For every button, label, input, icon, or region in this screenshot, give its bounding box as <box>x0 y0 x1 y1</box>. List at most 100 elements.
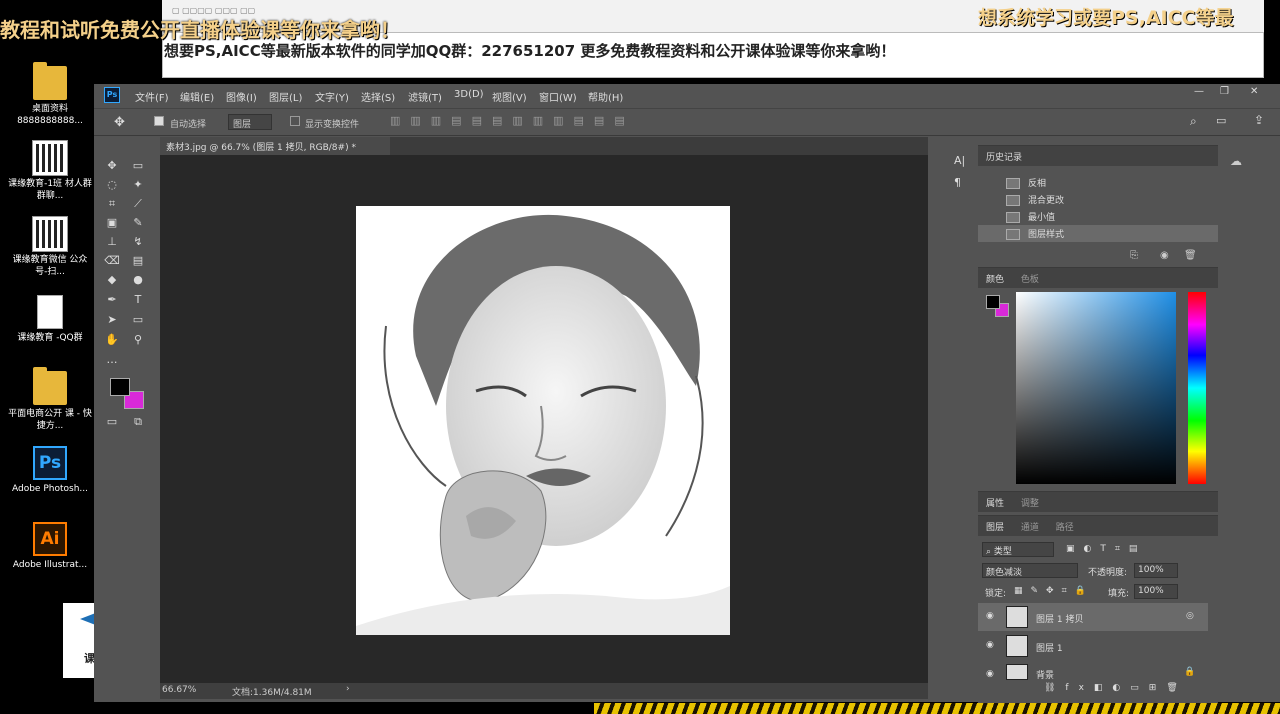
hue-slider[interactable] <box>1188 292 1206 484</box>
history-tab[interactable]: 历史记录 <box>986 153 1022 163</box>
desktop-icon-wechat-qr[interactable]: 课缘教育微信 公众号-扫... <box>8 216 92 278</box>
lock-icons[interactable]: ▦✎✥⌗🔒 <box>1014 586 1094 596</box>
history-item[interactable]: 反相 <box>978 174 1218 191</box>
character-panel-icon[interactable]: A| <box>954 154 965 167</box>
visibility-eye-icon[interactable]: ◉ <box>986 640 994 650</box>
healing-brush-icon[interactable]: ▣ <box>104 216 120 230</box>
align-icons[interactable]: ▥▥▥▤▤▤▥▥▥▤▤▤ <box>390 114 635 127</box>
desktop-icon-label: 课缘教育微信 公众号-扫... <box>12 255 88 277</box>
history-item[interactable]: 混合更改 <box>978 191 1218 208</box>
screen-mode-icon[interactable]: ⧉ <box>130 415 146 429</box>
menu-select[interactable]: 选择(S) <box>361 89 395 104</box>
layer-filter-dropdown[interactable]: ⌕ 类型 <box>982 542 1054 557</box>
folder-icon <box>33 62 67 100</box>
clone-stamp-icon[interactable]: ⊥ <box>104 235 120 249</box>
workspace-icon[interactable]: ▭ <box>1216 114 1226 127</box>
history-item[interactable]: 最小值 <box>978 208 1218 225</box>
menu-type[interactable]: 文字(Y) <box>315 89 349 104</box>
move-tool-icon[interactable]: ✥ <box>104 159 120 173</box>
desktop-icon-qq-group[interactable]: 课缘教育 -QQ群 <box>8 295 92 344</box>
menu-layer[interactable]: 图层(L) <box>269 89 302 104</box>
auto-select-checkbox[interactable] <box>154 116 164 126</box>
dodge-tool-icon[interactable]: ● <box>130 273 146 287</box>
menu-view[interactable]: 视图(V) <box>492 89 527 104</box>
menu-window[interactable]: 窗口(W) <box>539 89 577 104</box>
menu-help[interactable]: 帮助(H) <box>588 89 623 104</box>
history-brush-icon[interactable]: ↯ <box>130 235 146 249</box>
layer-row[interactable]: ◉ 背景 🔒 <box>978 661 1208 681</box>
crop-tool-icon[interactable]: ⌗ <box>104 197 120 211</box>
color-panel-fg-swatch[interactable] <box>986 295 1000 309</box>
trash-icon[interactable]: 🗑 <box>1184 250 1197 261</box>
zoom-tool-icon[interactable]: ⚲ <box>130 333 146 347</box>
search-icon[interactable]: ⌕ <box>1190 114 1197 129</box>
fill-field[interactable]: 100% <box>1134 584 1178 599</box>
color-field[interactable] <box>1016 292 1176 484</box>
shape-tool-icon[interactable]: ▭ <box>130 313 146 327</box>
layer-name[interactable]: 图层 1 <box>1036 641 1063 654</box>
layers-tab[interactable]: 图层 <box>986 523 1004 533</box>
adjustments-tab[interactable]: 调整 <box>1021 499 1039 509</box>
restore-icon[interactable]: ❐ <box>1220 86 1229 97</box>
menu-3d[interactable]: 3D(D) <box>454 89 484 100</box>
paragraph-panel-icon[interactable]: ¶ <box>954 176 961 189</box>
layer-thumbnail <box>1006 606 1028 628</box>
move-tool-icon[interactable]: ✥ <box>114 115 125 130</box>
history-item[interactable]: 图层样式 <box>978 225 1218 242</box>
visibility-eye-icon[interactable]: ◉ <box>986 611 994 621</box>
layer-filter-icons[interactable]: ▣◐T⌗▤ <box>1066 544 1146 554</box>
layer-name[interactable]: 背景 <box>1036 668 1054 681</box>
portrait-sketch <box>356 214 730 635</box>
gradient-tool-icon[interactable]: ▤ <box>130 254 146 268</box>
lasso-tool-icon[interactable]: ◌ <box>104 178 120 192</box>
visibility-eye-icon[interactable]: ◉ <box>986 669 994 679</box>
magic-wand-icon[interactable]: ✦ <box>130 178 146 192</box>
new-doc-from-state-icon[interactable]: ⎘ <box>1130 250 1138 261</box>
snapshot-icon[interactable]: ◉ <box>1160 250 1169 261</box>
layer-row[interactable]: ◉ 图层 1 <box>978 632 1208 660</box>
status-arrow-icon[interactable]: › <box>346 684 350 694</box>
libraries-icon[interactable]: ☁ <box>1230 154 1242 168</box>
document-tab[interactable]: 素材3.jpg @ 66.7% (图层 1 拷贝, RGB/8#) * <box>160 137 390 155</box>
brush-tool-icon[interactable]: ✎ <box>130 216 146 230</box>
color-panel-header: 颜色 色板 <box>978 268 1218 288</box>
eraser-tool-icon[interactable]: ⌫ <box>104 254 120 268</box>
canvas-image[interactable] <box>356 206 730 635</box>
desktop-icon-materials[interactable]: 桌面资料 8888888888... <box>8 62 92 127</box>
layer-footer-icons[interactable]: ⛓fx◧◐▭⊞🗑 <box>1044 683 1188 693</box>
layer-effects-icon[interactable]: ◎ <box>1186 611 1194 621</box>
minimize-icon[interactable]: — <box>1194 86 1204 97</box>
color-tab[interactable]: 颜色 <box>986 275 1004 285</box>
properties-tab[interactable]: 属性 <box>986 499 1004 509</box>
layer-name[interactable]: 图层 1 拷贝 <box>1036 612 1083 625</box>
channels-tab[interactable]: 通道 <box>1021 523 1039 533</box>
marquee-tool-icon[interactable]: ▭ <box>130 159 146 173</box>
menu-filter[interactable]: 滤镜(T) <box>408 89 442 104</box>
hand-tool-icon[interactable]: ✋ <box>104 333 120 347</box>
desktop-icon-illustrator[interactable]: Ai Adobe Illustrat... <box>8 522 92 571</box>
type-tool-icon[interactable]: T <box>130 293 146 307</box>
path-select-icon[interactable]: ➤ <box>104 313 120 327</box>
zoom-level[interactable]: 66.67% <box>162 685 196 695</box>
opacity-field[interactable]: 100% <box>1134 563 1178 578</box>
desktop-icon-public-class[interactable]: 平面电商公开 课 - 快捷方... <box>8 367 92 432</box>
desktop-icon-group-qr[interactable]: 课缘教育-1班 材人群群聊... <box>8 140 92 202</box>
swatches-tab[interactable]: 色板 <box>1021 275 1039 285</box>
foreground-color-swatch[interactable] <box>110 378 130 396</box>
pen-tool-icon[interactable]: ✒ <box>104 293 120 307</box>
quick-mask-icon[interactable]: ▭ <box>104 415 120 429</box>
show-transform-checkbox[interactable] <box>290 116 300 126</box>
menu-file[interactable]: 文件(F) <box>135 89 169 104</box>
blur-tool-icon[interactable]: ◆ <box>104 273 120 287</box>
menu-image[interactable]: 图像(I) <box>226 89 257 104</box>
share-icon[interactable]: ⇪ <box>1254 113 1264 127</box>
blend-mode-dropdown[interactable]: 颜色减淡 <box>982 563 1078 578</box>
menu-edit[interactable]: 编辑(E) <box>180 89 214 104</box>
layer-row[interactable]: ◉ 图层 1 拷贝 ◎ <box>978 603 1208 631</box>
desktop-icon-photoshop[interactable]: Ps Adobe Photosh... <box>8 446 92 495</box>
more-tools-icon[interactable]: … <box>104 353 120 367</box>
close-icon[interactable]: ✕ <box>1250 86 1258 97</box>
eyedropper-icon[interactable]: ⟋ <box>130 197 146 211</box>
paths-tab[interactable]: 路径 <box>1056 523 1074 533</box>
layer-dropdown[interactable]: 图层 <box>228 114 272 130</box>
